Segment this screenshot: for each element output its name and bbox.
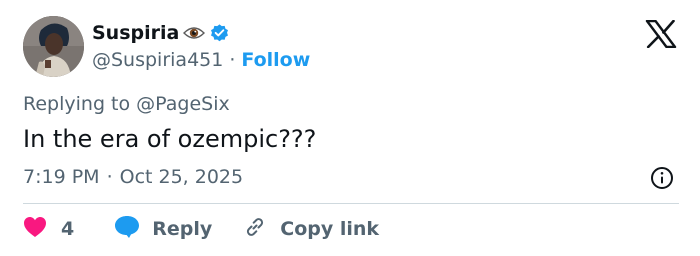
replying-prefix: Replying to — [23, 93, 137, 115]
copy-link-button[interactable]: Copy link — [242, 214, 379, 244]
follow-button[interactable]: Follow — [241, 49, 310, 71]
display-name[interactable]: Suspiria — [92, 22, 179, 44]
heart-icon — [23, 216, 47, 242]
like-count: 4 — [61, 218, 75, 240]
like-button[interactable]: 4 — [23, 216, 74, 242]
action-bar: 4 Reply Copy link — [23, 214, 379, 244]
tweet-timestamp[interactable]: 7:19 PM · Oct 25, 2025 — [23, 166, 243, 188]
avatar[interactable] — [23, 16, 84, 77]
author-handle-row: @Suspiria451 · Follow — [92, 47, 310, 73]
separator: · — [106, 166, 113, 188]
user-handle[interactable]: @Suspiria451 — [92, 49, 223, 71]
eye-icon — [183, 24, 206, 42]
replying-to-handle[interactable]: @PageSix — [136, 93, 230, 115]
tweet-text: In the era of ozempic??? — [23, 125, 317, 153]
tweet-date: Oct 25, 2025 — [119, 166, 244, 188]
separator: · — [229, 49, 236, 71]
divider — [23, 203, 679, 204]
reply-label: Reply — [152, 218, 213, 240]
info-icon[interactable] — [650, 166, 674, 190]
link-icon — [242, 214, 268, 244]
author-name-row: Suspiria — [92, 20, 230, 46]
copy-link-label: Copy link — [280, 218, 380, 240]
reply-button[interactable]: Reply — [114, 215, 212, 243]
verified-badge-icon — [209, 23, 230, 44]
tweet-time: 7:19 PM — [23, 166, 100, 188]
replying-to-line: Replying to @PageSix — [23, 93, 230, 115]
x-logo-icon[interactable] — [645, 19, 677, 49]
speech-bubble-icon — [114, 215, 140, 243]
